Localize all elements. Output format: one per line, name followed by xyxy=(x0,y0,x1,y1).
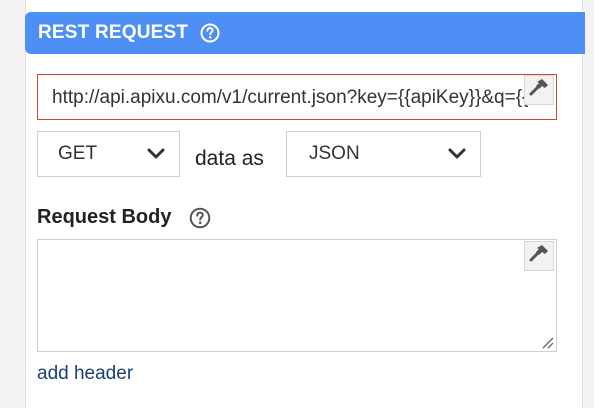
url-edit-button[interactable] xyxy=(524,75,554,105)
hammer-icon xyxy=(528,77,550,104)
url-input-value[interactable]: http://api.apixu.com/v1/current.json?key… xyxy=(52,87,532,109)
add-header-link[interactable]: add header xyxy=(37,363,133,385)
body-edit-button[interactable] xyxy=(524,241,554,271)
request-body-label: Request Body xyxy=(37,206,172,228)
request-body-textarea[interactable] xyxy=(37,239,557,352)
method-select[interactable]: GET xyxy=(37,131,180,177)
data-as-label: data as xyxy=(195,147,264,170)
request-body-heading: Request Body xyxy=(37,206,211,229)
method-select-value: GET xyxy=(58,143,98,164)
chevron-down-icon xyxy=(446,143,468,165)
format-select-value: JSON xyxy=(309,143,360,164)
chevron-down-icon xyxy=(145,143,167,165)
rest-request-header: REST REQUEST xyxy=(25,12,585,54)
url-input[interactable]: http://api.apixu.com/v1/current.json?key… xyxy=(37,74,557,120)
format-select[interactable]: JSON xyxy=(286,131,481,177)
question-circle-icon[interactable] xyxy=(189,207,211,229)
resize-grip-icon[interactable] xyxy=(540,335,554,349)
question-circle-icon[interactable] xyxy=(200,23,220,43)
hammer-icon xyxy=(528,243,550,270)
header-title: REST REQUEST xyxy=(38,22,189,43)
